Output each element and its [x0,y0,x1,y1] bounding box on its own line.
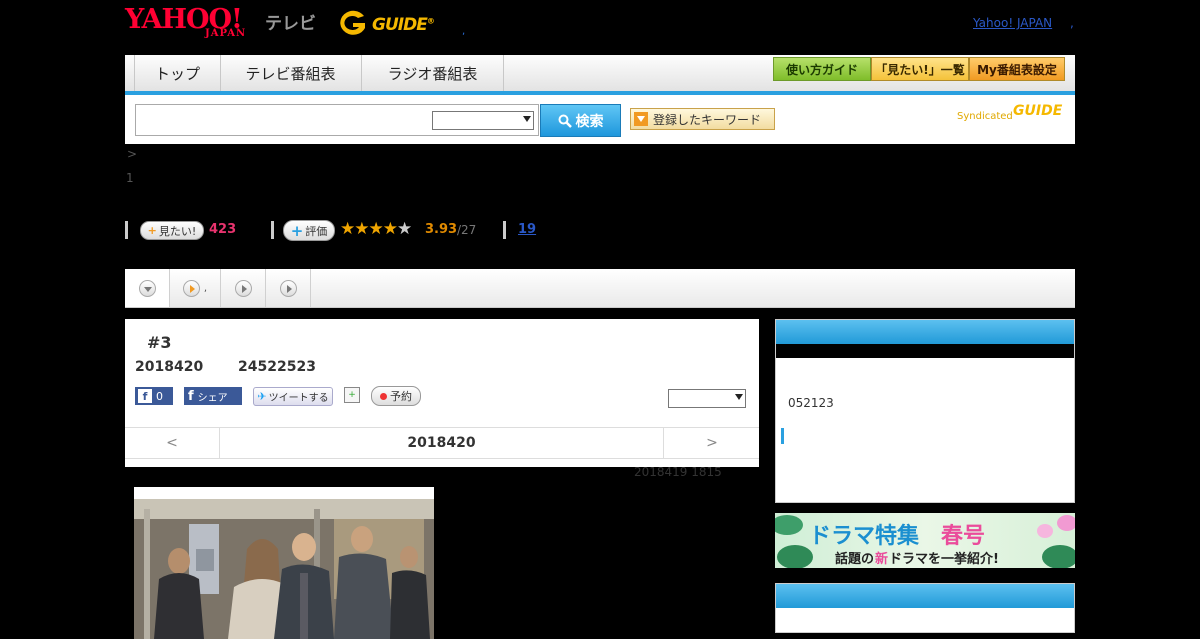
search-bar: 検索 登録したキーワード Syndicated GUIDE [125,95,1075,144]
tab-second[interactable]: , [170,269,221,307]
usage-guide-button[interactable]: 使い方ガイド [773,57,871,81]
drama-special-banner[interactable]: ドラマ特集 春号 話題の 新 ドラマを一挙紹介! [775,513,1075,568]
search-icon [558,114,572,128]
broadcast-date: 2018420 [135,359,204,375]
banner-subtitle-new: 新 [875,551,888,567]
sidebar-box-marker [781,428,784,444]
nav-tab-tv-schedule[interactable]: テレビ番組表 [220,55,362,91]
guide-logo-label: GUIDE [372,15,428,35]
play-icon [182,279,200,297]
sidebar-box-2 [775,583,1075,633]
want-count: 423 [209,222,237,237]
yahoo-japan-link[interactable]: Yahoo! JAPAN [973,16,1052,30]
plus-icon: + [290,221,304,240]
tab-fourth[interactable] [266,269,311,307]
facebook-icon: f [138,389,152,403]
rating-divider [125,221,128,239]
global-nav: トップ テレビ番組表 ラジオ番組表 使い方ガイド 「見たい!」一覧 My番組表設… [125,55,1075,95]
sidebar-box: 052123 [775,319,1075,503]
play-icon [279,279,297,297]
facebook-share-button[interactable]: f シェア [184,387,242,405]
page-number: 1 [126,171,134,185]
episode-title: #3 [147,333,172,352]
star-icon: ★ [368,219,384,239]
saved-keywords-button[interactable]: 登録したキーワード [630,108,775,130]
g-guide-logo-icon[interactable] [334,8,370,38]
banner-title-accent: 春号 [941,524,985,549]
tv-logo-text[interactable]: テレビ [265,9,316,34]
program-select[interactable] [668,389,746,408]
search-category-select[interactable] [432,111,534,130]
rating-divider [503,221,506,239]
sidebar-box-header [776,320,1074,344]
review-count-link[interactable]: 19 [518,222,536,237]
facebook-icon: f [188,388,194,404]
syndicated-guide-logo: GUIDE [1013,103,1063,119]
tweet-button[interactable]: ✈ ツイートする [253,387,333,406]
search-button-label: 検索 [575,113,604,130]
content-tabs: , [125,269,1075,308]
chevron-down-icon [138,279,156,297]
rating-value: 3.93 [425,222,458,237]
play-icon [234,279,252,297]
header-dot: , [462,26,466,37]
header-link-separator: , [1070,16,1074,30]
sidebar-box-subheader [776,344,1074,358]
rating-count: /27 [457,223,477,237]
syndicated-label: Syndicated [957,111,1013,122]
banner-subtitle-post: ドラマを一挙紹介! [889,551,999,567]
banner-subtitle-pre: 話題の [835,551,874,567]
facebook-share-label: シェア [197,392,228,404]
tab-third[interactable] [221,269,266,307]
nav-tab-top[interactable]: トップ [134,55,221,91]
date-navigation: < 2018420 > [125,427,759,459]
program-photo[interactable] [134,499,434,639]
guide-logo-text[interactable]: GUIDE® [372,15,435,35]
facebook-like-count: 0 [156,389,163,403]
sidebar-box-text: 052123 [788,396,834,410]
calendar-add-icon[interactable]: + [344,387,360,403]
saved-keywords-label: 登録したキーワード [653,112,762,127]
dropdown-arrow-icon [634,112,648,126]
want-to-watch-button[interactable]: + 見たい! [140,221,204,240]
sidebar-box-2-header [776,584,1074,608]
next-date-button[interactable]: > [663,428,760,458]
star-icon: ★ [354,219,369,239]
chevron-down-icon [735,394,743,400]
yahoo-japan-logo-text: JAPAN [205,28,247,39]
star-icon: ★ [340,219,355,239]
evaluate-label: 評価 [305,224,328,238]
broadcast-time: 24522523 [238,359,316,375]
last-updated: 2018419 1815 [634,465,722,479]
reserve-label: 予約 [390,390,412,403]
breadcrumb: > [127,147,138,161]
plus-icon: + [147,224,157,237]
want-label: 見たい! [158,224,197,238]
reserve-recording-button[interactable]: 予約 [371,386,421,406]
want-list-button[interactable]: 「見たい!」一覧 [871,57,969,81]
current-date: 2018420 [407,435,476,451]
tab-second-label: , [203,282,208,294]
twitter-bird-icon: ✈ [257,390,267,403]
star-icon: ★ [382,219,398,239]
star-icon: ★ [397,219,412,239]
facebook-like-button[interactable]: f 0 [135,387,173,405]
evaluate-button[interactable]: + 評価 [283,220,335,241]
tweet-label: ツイートする [268,393,329,404]
record-dot-icon [380,392,387,400]
program-panel: #3 2018420 24522523 f 0 f シェア ✈ ツイートする +… [125,319,759,467]
banner-title: ドラマ特集 [809,523,920,549]
rating-stars: ★★★★★ [340,219,412,239]
nav-tab-radio-schedule[interactable]: ラジオ番組表 [362,55,504,91]
search-button[interactable]: 検索 [540,104,621,137]
rating-divider [271,221,274,239]
my-schedule-settings-button[interactable]: My番組表設定 [969,57,1065,81]
chevron-down-icon [523,116,531,122]
tab-program-info[interactable] [125,269,170,307]
previous-date-button[interactable]: < [125,428,220,458]
